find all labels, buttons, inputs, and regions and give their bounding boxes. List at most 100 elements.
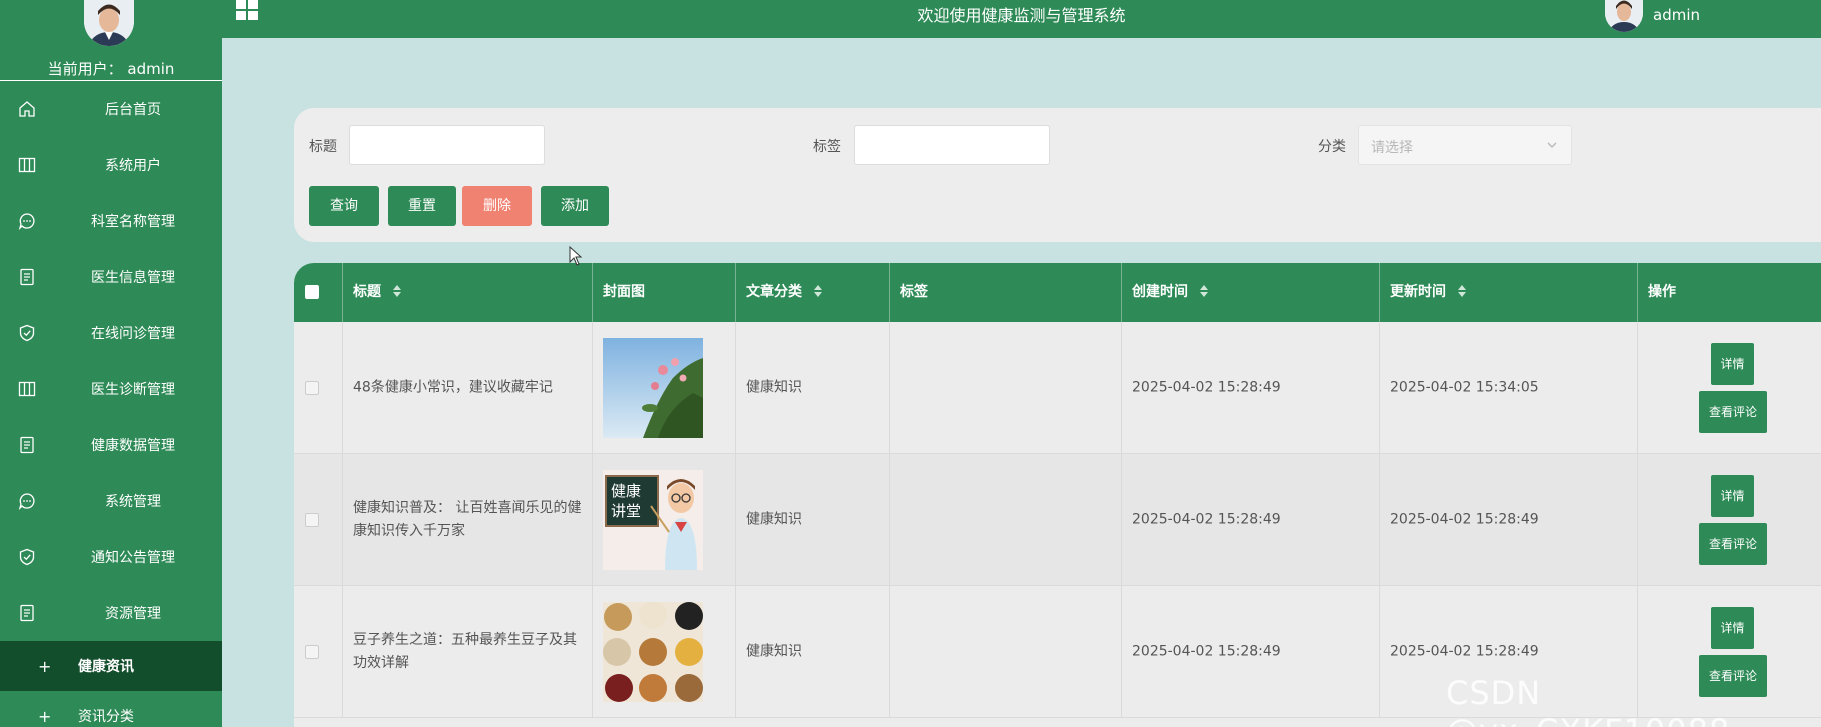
column-header-category[interactable]: 文章分类 [736, 263, 890, 322]
column-header-label: 标签 [900, 284, 928, 300]
tag-filter-label: 标签 [813, 139, 841, 155]
sort-icon[interactable] [392, 284, 402, 298]
header-username: admin [1653, 6, 1700, 24]
select-all-checkbox[interactable] [305, 285, 319, 299]
sidebar-item-home[interactable]: 后台首页 [0, 81, 222, 137]
column-header-updated[interactable]: 更新时间 [1380, 263, 1638, 322]
column-header-title[interactable]: 标题 [343, 263, 593, 322]
chevron-down-icon [1547, 142, 1557, 148]
search-panel: 标题 标签 分类 请选择 查询 重置 删除 添加 [294, 108, 1821, 242]
row-created: 2025-04-02 15:28:49 [1132, 511, 1281, 528]
avatar[interactable] [84, 0, 134, 46]
cover-image[interactable] [603, 338, 703, 438]
svg-text:讲堂: 讲堂 [611, 502, 641, 520]
row-category: 健康知识 [746, 379, 802, 396]
document-icon [20, 436, 34, 454]
shield-check-icon [19, 548, 35, 566]
row-checkbox[interactable] [305, 645, 319, 659]
column-header-created[interactable]: 创建时间 [1122, 263, 1380, 322]
row-updated: 2025-04-02 15:34:05 [1390, 379, 1539, 396]
header-user[interactable]: admin [1605, 0, 1805, 32]
detail-button[interactable]: 详情 [1711, 475, 1754, 517]
top-header: 欢迎使用健康监测与管理系统 admin [222, 0, 1821, 38]
row-updated: 2025-04-02 15:28:49 [1390, 643, 1539, 660]
sidebar-item-department[interactable]: 科室名称管理 [0, 193, 222, 249]
category-select-placeholder: 请选择 [1371, 140, 1413, 156]
column-header-tags: 标签 [890, 263, 1122, 322]
table-header: 标题 封面图 文章分类 标签 创建时间 更新时间 操作 [294, 263, 1821, 322]
view-comments-button[interactable]: 查看评论 [1699, 523, 1767, 565]
columns-icon [18, 157, 36, 173]
detail-button[interactable]: 详情 [1711, 607, 1754, 649]
column-header-label: 文章分类 [746, 284, 802, 300]
title-filter-label: 标题 [309, 139, 337, 155]
sidebar-subitem-health-news[interactable]: + 健康资讯 [0, 641, 222, 691]
sort-icon[interactable] [1199, 284, 1209, 298]
sidebar-item-notices[interactable]: 通知公告管理 [0, 529, 222, 585]
shield-check-icon [19, 324, 35, 342]
tag-filter-input[interactable] [854, 125, 1050, 165]
header-select-cell [294, 263, 343, 322]
detail-button[interactable]: 详情 [1711, 343, 1754, 385]
row-checkbox[interactable] [305, 513, 319, 527]
row-created: 2025-04-02 15:28:49 [1132, 643, 1281, 660]
delete-button[interactable]: 删除 [462, 186, 532, 226]
sidebar-menu: 后台首页 系统用户 科室名称管理 医生信息管理 在线问诊管理 医生诊断管理 健康… [0, 81, 222, 727]
cover-cell [593, 322, 736, 454]
sidebar-item-label: 通知公告管理 [91, 550, 175, 566]
avatar[interactable] [1605, 0, 1643, 32]
title-cell: 健康知识普及： 让百姓喜闻乐见的健康知识传入千万家 [343, 454, 593, 586]
category-select[interactable]: 请选择 [1358, 125, 1572, 165]
plus-icon: + [38, 656, 52, 676]
cover-image[interactable] [603, 602, 703, 702]
sidebar-subitem-label: 健康资讯 [78, 659, 134, 675]
row-checkbox[interactable] [305, 381, 319, 395]
row-updated: 2025-04-02 15:28:49 [1390, 511, 1539, 528]
column-header-actions: 操作 [1638, 263, 1821, 322]
category-cell: 健康知识 [736, 454, 890, 586]
column-header-cover: 封面图 [593, 263, 736, 322]
sidebar-item-resources[interactable]: 资源管理 [0, 585, 222, 641]
sidebar-item-label: 系统用户 [105, 158, 161, 174]
sidebar-item-health-data[interactable]: 健康数据管理 [0, 417, 222, 473]
sidebar-item-online-consult[interactable]: 在线问诊管理 [0, 305, 222, 361]
sidebar-item-label: 健康数据管理 [91, 438, 175, 454]
sort-icon[interactable] [1457, 284, 1467, 298]
sidebar-item-diagnosis[interactable]: 医生诊断管理 [0, 361, 222, 417]
sidebar-subitem-news-category[interactable]: + 资讯分类 [0, 691, 222, 727]
sidebar-item-label: 系统管理 [105, 494, 161, 510]
tags-cell [890, 322, 1122, 454]
sidebar-item-label: 资源管理 [105, 606, 161, 622]
row-select-cell [294, 454, 343, 586]
sort-icon[interactable] [813, 284, 823, 298]
sidebar-item-doctor-info[interactable]: 医生信息管理 [0, 249, 222, 305]
query-button[interactable]: 查询 [309, 186, 379, 226]
category-cell: 健康知识 [736, 586, 890, 718]
sidebar-item-system-management[interactable]: 系统管理 [0, 473, 222, 529]
sidebar-item-system-users[interactable]: 系统用户 [0, 137, 222, 193]
add-button[interactable]: 添加 [541, 186, 609, 226]
watermark: CSDN @vx_CXKF10088 [1446, 674, 1729, 727]
column-header-label: 创建时间 [1132, 284, 1188, 300]
row-category: 健康知识 [746, 511, 802, 528]
sidebar-item-label: 科室名称管理 [91, 214, 175, 230]
table-row: 48条健康小常识，建议收藏牢记 健康知识 2025-04-02 15:28:49… [294, 322, 1821, 454]
row-created: 2025-04-02 15:28:49 [1132, 379, 1281, 396]
site-title: 欢迎使用健康监测与管理系统 [917, 6, 1126, 25]
view-comments-button[interactable]: 查看评论 [1699, 391, 1767, 433]
created-cell: 2025-04-02 15:28:49 [1122, 322, 1380, 454]
row-title: 豆子养生之道：五种最养生豆子及其功效详解 [353, 632, 577, 671]
column-header-label: 更新时间 [1390, 284, 1446, 300]
cover-image[interactable]: 健康 讲堂 [603, 470, 703, 570]
row-title: 48条健康小常识，建议收藏牢记 [353, 379, 553, 396]
updated-cell: 2025-04-02 15:34:05 [1380, 322, 1638, 454]
current-user-label: 当前用户： admin [47, 60, 175, 78]
news-table: 标题 封面图 文章分类 标签 创建时间 更新时间 操作 48条健康小常识，建议收… [294, 263, 1821, 727]
updated-cell: 2025-04-02 15:28:49 [1380, 454, 1638, 586]
sidebar-subitem-label: 资讯分类 [78, 709, 134, 725]
title-filter-input[interactable] [349, 125, 545, 165]
created-cell: 2025-04-02 15:28:49 [1122, 586, 1380, 718]
mouse-cursor-icon [569, 246, 583, 266]
title-cell: 豆子养生之道：五种最养生豆子及其功效详解 [343, 586, 593, 718]
reset-button[interactable]: 重置 [388, 186, 456, 226]
